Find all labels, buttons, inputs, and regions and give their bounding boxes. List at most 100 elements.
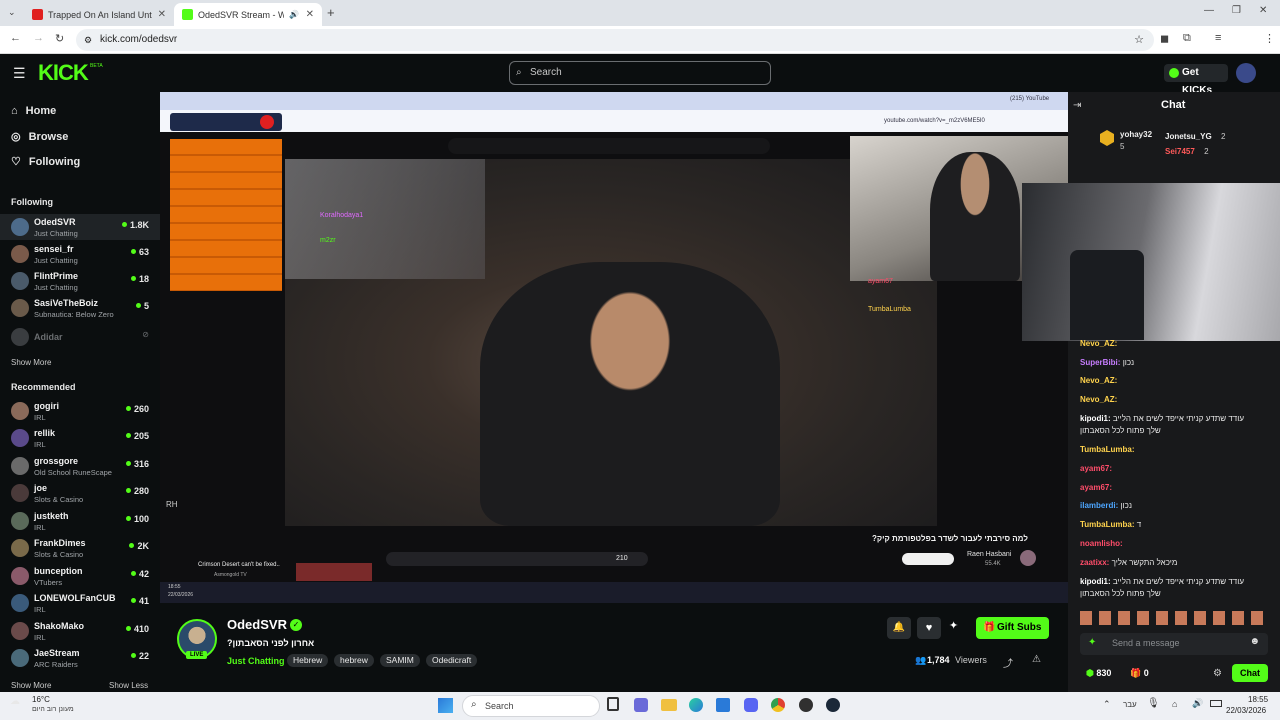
edge-icon[interactable] [689,698,703,712]
gift-subs-button[interactable]: 🎁 Gift Subs [976,617,1049,639]
nav-browse[interactable]: ◎ Browse [11,130,68,144]
new-tab-button[interactable]: + [327,5,335,20]
emote-sparkle-icon[interactable]: ✦ [1088,637,1096,648]
gift-count[interactable]: 🎁 0 [1130,668,1149,679]
search-input[interactable]: ⌕ Search [509,61,771,85]
notification-bell-button[interactable]: 🔔 [887,617,911,639]
chat-input[interactable]: ✦ Send a message ☻ [1080,633,1268,655]
chat-message: TumbaLumba: [1080,445,1135,454]
speaker-icon[interactable]: 🔊 [289,10,299,19]
close-window-icon[interactable]: ✕ [1259,5,1267,16]
channel-row-jaestream[interactable]: JaeStream ARC Raiders 22 [0,645,160,671]
site-info-icon[interactable]: ⚙ [84,29,92,51]
avatar [11,567,29,585]
top-gifter-2[interactable]: Jonetsu_YG 2 [1165,128,1275,141]
taskbar-search[interactable]: ⌕ Search [462,695,600,717]
nav-home[interactable]: ⌂ Home [11,105,56,117]
tray-overflow-icon[interactable]: ⌃ [1103,699,1111,710]
close-tab-icon[interactable]: ✕ [306,9,314,20]
forward-icon[interactable]: → [33,32,44,44]
store-icon[interactable] [716,698,730,712]
channel-name: Adidar [34,332,63,342]
viewer-count: 63 [131,247,149,257]
steam-icon[interactable] [826,698,840,712]
tab-kick[interactable]: OdedSVR Stream - Watch l 🔊 ✕ [174,3,322,26]
channel-name[interactable]: OdedSVR [227,617,287,632]
tab-youtube[interactable]: Trapped On An Island Until I Bu ✕ [24,3,174,26]
channel-row-grossgore[interactable]: grossgore Old School RuneScape 316 [0,453,160,479]
channel-row-bunception[interactable]: bunception VTubers 42 [0,563,160,589]
channel-row-joe[interactable]: joe Slots & Casino 280 [0,480,160,506]
inner-channel-name: Raen Hasbani [967,551,1012,558]
video-player[interactable]: (215) YouTube youtube.com/watch?v=_m2zV6… [160,92,1068,603]
tag-hebrew[interactable]: Hebrew [287,654,329,667]
teams-icon[interactable] [634,698,648,712]
nav-following[interactable]: ♡ Following [11,155,80,169]
sparkle-icon[interactable]: ✦ [949,619,958,632]
report-icon[interactable]: ⚠ [1032,654,1041,665]
share-icon[interactable]: ⤴ [1003,655,1013,670]
address-bar[interactable]: ⚙ kick.com/odedsvr ☆ [76,29,1154,51]
channel-row-lonewolfancub[interactable]: LONEWOLFanCUB IRL 41 [0,590,160,616]
channel-row-shakomako[interactable]: ShakoMako IRL 410 [0,618,160,644]
channel-row-flintprime[interactable]: FlintPrime Just Chatting 18 [0,268,160,294]
emoji-icon[interactable]: ☻ [1249,636,1260,647]
tag-odedicraft[interactable]: Odedicraft [426,654,478,667]
top-gifter-3[interactable]: Sei7457 2 [1165,143,1275,156]
bookmark-star-icon[interactable]: ☆ [1134,29,1144,51]
language-indicator[interactable]: עבר [1123,700,1137,709]
channel-row-justketh[interactable]: justketh IRL 100 [0,508,160,534]
kick-logo[interactable]: KICK [38,60,89,86]
chat-send-button[interactable]: Chat [1232,664,1268,682]
channel-category: VTubers [34,578,63,587]
obs-icon[interactable] [799,698,813,712]
chrome-icon[interactable] [771,698,785,712]
follow-heart-button[interactable]: ♥ [917,617,941,639]
chat-settings-icon[interactable]: ⚙ [1213,668,1222,679]
reload-icon[interactable]: ↻ [55,32,64,45]
tab-search-icon[interactable]: ⌄ [8,7,16,18]
mic-icon[interactable]: 🎙 [1147,698,1160,709]
gifter-name: yohay32 [1120,130,1153,139]
tag-samim[interactable]: SAMIM [380,654,420,667]
volume-icon[interactable]: 🔊 [1192,698,1203,709]
start-button[interactable] [438,698,453,713]
clock-date[interactable]: 22/03/2026 [1226,706,1266,715]
clock-time[interactable]: 18:55 [1248,695,1268,704]
collapse-chat-icon[interactable]: ⇥ [1073,100,1081,111]
back-icon[interactable]: ← [10,32,21,44]
channel-row-sensei[interactable]: sensei_fr Just Chatting 63 [0,241,160,267]
kick-points[interactable]: ⬢ 830 [1086,668,1111,679]
chat-message: SuperBibi: נכון [1080,358,1135,367]
minimize-icon[interactable]: — [1204,5,1214,16]
show-less-recommended[interactable]: Show Less [109,681,148,690]
windows-taskbar: ☁ 16°C מעונן רוב היום ⌕ Search ⌃ עבר 🎙 ⌂… [0,692,1280,720]
extension-icon[interactable]: ◼ [1160,32,1169,45]
viewer-count: 5 [136,301,149,311]
tag-hebrew-lower[interactable]: hebrew [334,654,374,667]
battery-icon[interactable] [1210,700,1222,707]
hamburger-menu-icon[interactable]: ☰ [13,65,26,82]
show-more-recommended[interactable]: Show More [11,681,51,690]
avatar [11,299,29,317]
channel-row-frankdimes[interactable]: FrankDimes Slots & Casino 2K [0,535,160,561]
extensions-puzzle-icon[interactable]: ⧉ [1183,32,1191,45]
channel-row-odedsvr[interactable]: OdedSVR Just Chatting 1.8K [0,214,160,240]
channel-row-sasivetheboiz[interactable]: SasiVeTheBoiz Subnautica: Below Zero 5 [0,295,160,321]
stream-category[interactable]: Just Chatting [227,656,285,666]
get-kicks-button[interactable]: Get KICKs [1164,64,1228,96]
channel-row-rellik[interactable]: rellik IRL 205 [0,425,160,451]
show-more-following[interactable]: Show More [11,358,51,367]
discord-icon[interactable] [744,698,758,712]
close-tab-icon[interactable]: ✕ [158,9,166,20]
media-control-icon[interactable]: ≡ [1215,32,1221,44]
user-avatar[interactable] [1236,63,1256,83]
chat-message: Nevo_AZ: [1080,339,1118,348]
browser-menu-icon[interactable]: ⋮ [1264,32,1275,45]
file-explorer-icon[interactable] [661,699,677,711]
task-view-icon[interactable] [607,697,619,711]
channel-row-adidar[interactable]: Adidar ⊘ [0,324,160,350]
network-icon[interactable]: ⌂ [1172,699,1177,709]
channel-row-gogiri[interactable]: gogiri IRL 260 [0,398,160,424]
maximize-icon[interactable]: ❐ [1232,5,1241,16]
